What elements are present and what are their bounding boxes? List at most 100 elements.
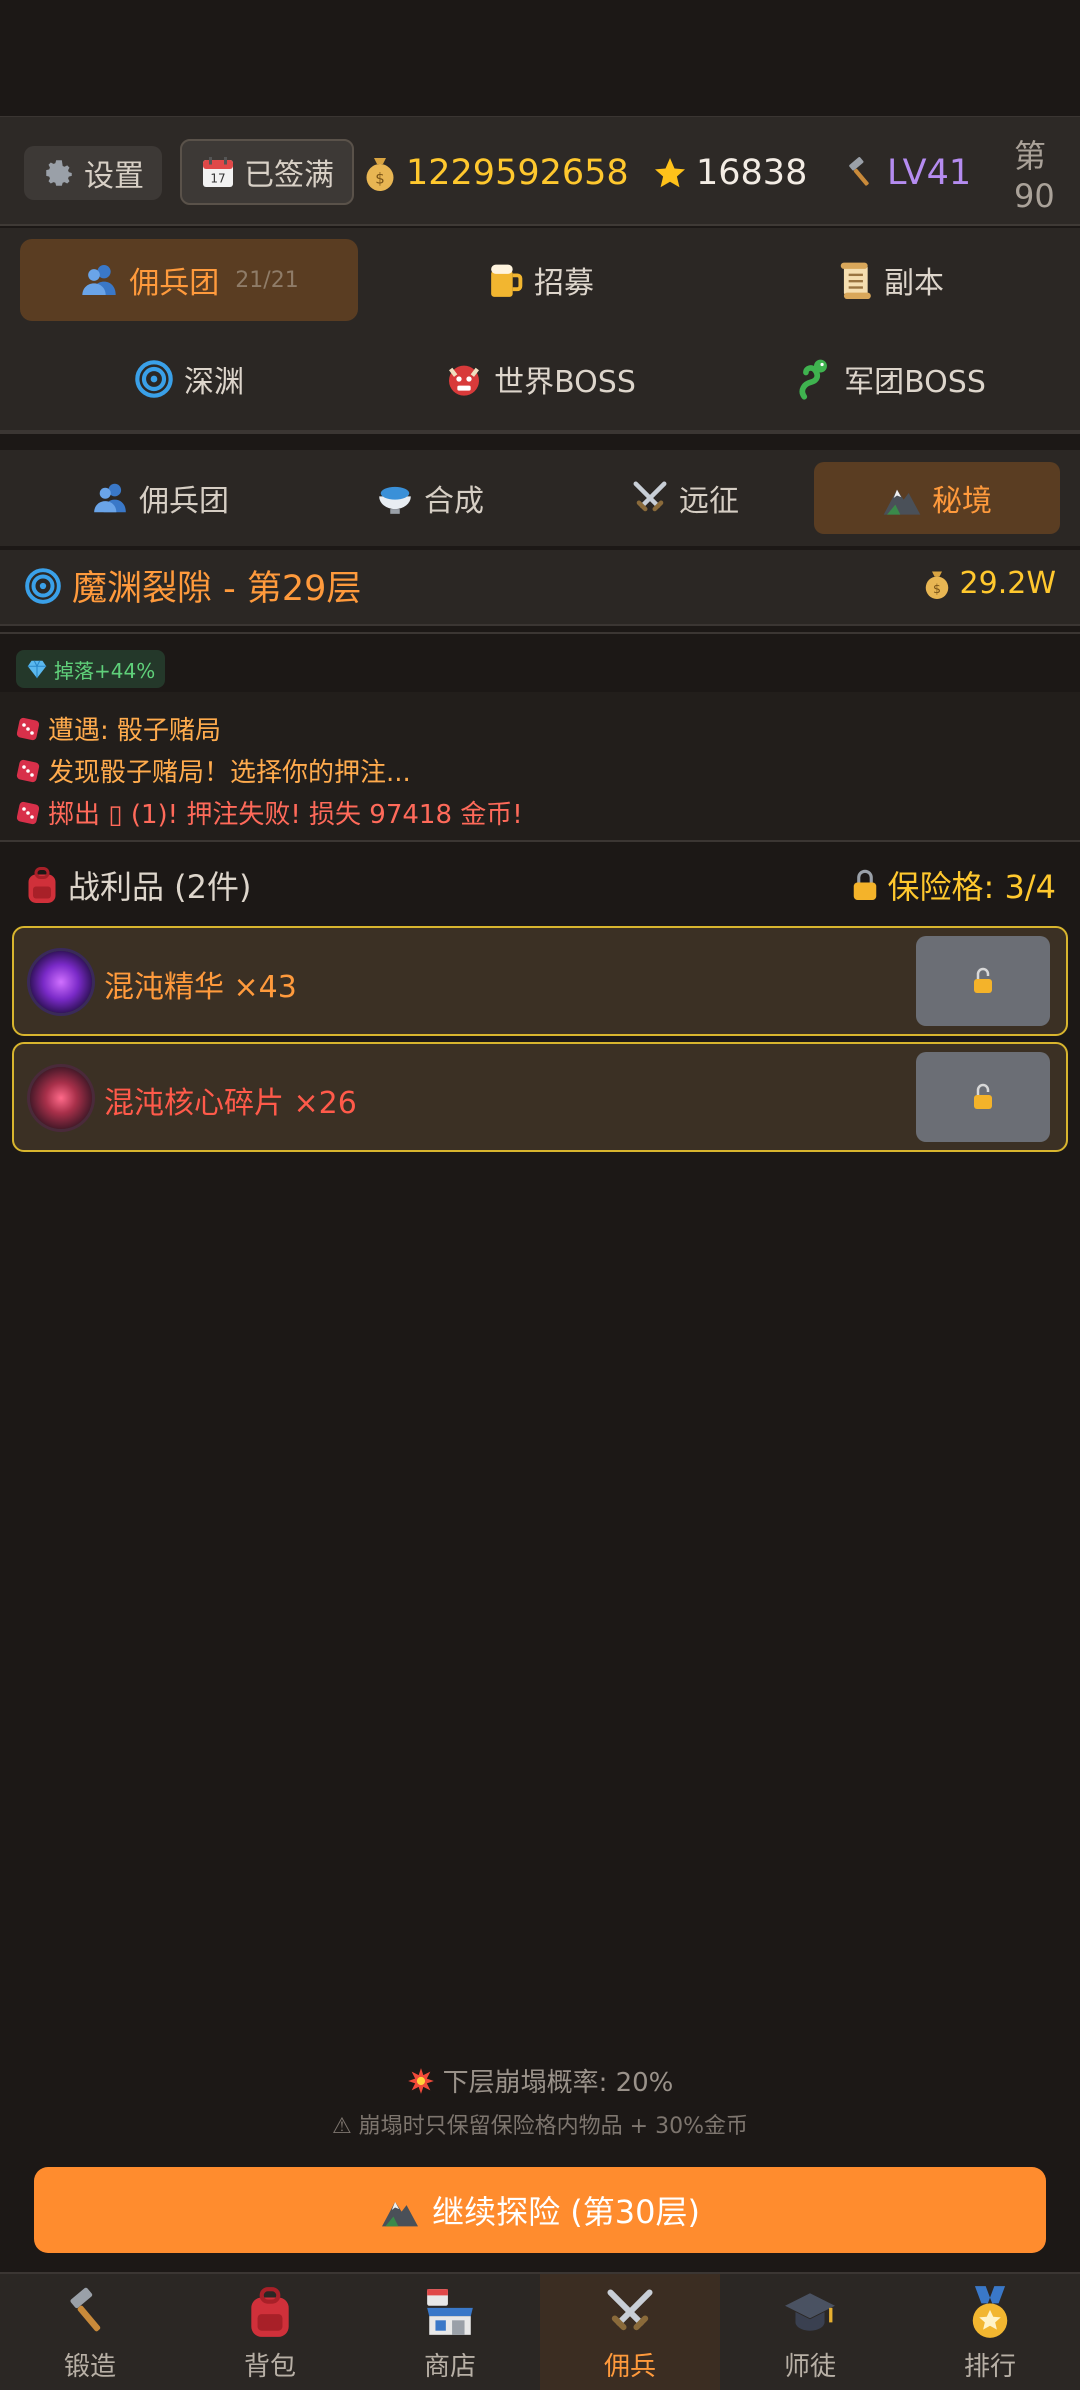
unlock-icon bbox=[974, 1083, 992, 1109]
menu-item-label: 世界BOSS bbox=[494, 365, 636, 400]
dragon-icon bbox=[799, 359, 828, 400]
svg-text:17: 17 bbox=[210, 172, 225, 186]
beer-mug-icon bbox=[491, 264, 523, 297]
tab-label: 秘境 bbox=[932, 484, 992, 519]
hammer-icon bbox=[70, 2287, 101, 2331]
cyclone-icon bbox=[25, 567, 61, 604]
nav-label: 师徒 bbox=[783, 2351, 836, 2382]
lock-icon bbox=[853, 869, 876, 900]
dungeon-gold: $ 29.2W bbox=[922, 566, 1056, 601]
crossed-swords-icon bbox=[633, 481, 667, 512]
mountain-icon bbox=[883, 489, 921, 515]
tab-label: 远征 bbox=[679, 484, 739, 519]
graduation-cap-icon bbox=[785, 2292, 835, 2331]
drop-bonus-text: 掉落+44% bbox=[54, 658, 156, 683]
log-line: 掷出 ▯ (1)! 押注失败! 损失 97418 金币! bbox=[16, 794, 523, 831]
continue-label: 继续探险 (第30层) bbox=[432, 2193, 700, 2231]
sign-in-button[interactable]: 17 已签满 bbox=[180, 139, 354, 205]
level-value: LV41 bbox=[887, 153, 972, 193]
tab-label: 合成 bbox=[424, 484, 484, 519]
medal-icon bbox=[972, 2285, 1008, 2338]
menu-item-dungeon[interactable]: 副本 bbox=[720, 239, 1060, 321]
status-bar bbox=[0, 0, 1080, 116]
level-indicator: LV41 bbox=[845, 143, 971, 203]
log-text: 遭遇: 骰子赌局 bbox=[48, 716, 222, 746]
tab-expedition[interactable]: 远征 bbox=[560, 462, 810, 534]
safe-slots: 保险格: 3/4 bbox=[850, 862, 1056, 908]
dungeon-gold-value: 29.2W bbox=[959, 566, 1056, 601]
loot-header: 战利品 (2件) 保险格: 3/4 bbox=[0, 856, 1080, 916]
nav-label: 背包 bbox=[243, 2351, 296, 2382]
loot-item[interactable]: 混沌核心碎片 ×26 bbox=[12, 1042, 1068, 1152]
scroll-icon bbox=[840, 262, 871, 299]
nav-item-ranking[interactable]: 排行 bbox=[900, 2274, 1080, 2390]
menu-item-label: 军团BOSS bbox=[844, 365, 986, 400]
dungeon-title: 魔渊裂隙 - 第29层 bbox=[24, 560, 361, 611]
settings-label: 设置 bbox=[84, 159, 144, 194]
menu-item-abyss[interactable]: 深渊 bbox=[20, 338, 358, 420]
menu-item-label: 招募 bbox=[534, 266, 594, 301]
signed-label: 已签满 bbox=[244, 158, 334, 193]
log-text: 掷出 ▯ (1)! 押注失败! 损失 97418 金币! bbox=[48, 800, 523, 830]
bowl-icon bbox=[379, 486, 411, 514]
menu-item-recruit[interactable]: 招募 bbox=[380, 239, 700, 321]
event-log: 遭遇: 骰子赌局 发现骰子赌局！选择你的押注... 掷出 ▯ (1)! 押注失败… bbox=[0, 692, 1080, 842]
explosion-icon bbox=[407, 2067, 434, 2094]
loot-title-text: 战利品 (2件) bbox=[68, 868, 252, 906]
tab-secret-realm[interactable]: 秘境 bbox=[814, 462, 1060, 534]
menu-item-world-boss[interactable]: 世界BOSS bbox=[380, 338, 700, 420]
settings-button[interactable]: 设置 bbox=[24, 146, 162, 200]
menu-item-label: 副本 bbox=[884, 266, 944, 301]
nav-label: 锻造 bbox=[63, 2351, 116, 2382]
menu-item-legion-boss[interactable]: 军团BOSS bbox=[720, 338, 1060, 420]
nav-item-mentor[interactable]: 师徒 bbox=[720, 2274, 900, 2390]
dice-icon bbox=[16, 801, 40, 824]
nav-item-forge[interactable]: 锻造 bbox=[0, 2274, 180, 2390]
menu-item-mercenaries[interactable]: 佣兵团 21/21 bbox=[20, 239, 358, 321]
nav-label: 佣兵 bbox=[603, 2351, 656, 2382]
dungeon-title-text: 魔渊裂隙 - 第29层 bbox=[72, 569, 362, 609]
log-line: 发现骰子赌局！选择你的押注... bbox=[16, 752, 411, 789]
menu-item-label: 佣兵团 bbox=[129, 266, 220, 301]
drop-bonus-badge: 掉落+44% bbox=[16, 650, 166, 688]
nav-label: 排行 bbox=[963, 2351, 1016, 2382]
svg-text:$: $ bbox=[375, 170, 385, 188]
collapse-warning: ⚠ 崩塌时只保留保险格内物品 + 30%金币 bbox=[331, 2114, 749, 2139]
calendar-icon: 17 bbox=[203, 157, 233, 187]
menu-item-label: 深渊 bbox=[184, 365, 244, 400]
log-line: 遭遇: 骰子赌局 bbox=[16, 710, 221, 747]
tab-mercenaries[interactable]: 佣兵团 bbox=[20, 462, 300, 534]
floor-value: 第 90 bbox=[1014, 137, 1055, 215]
tab-label: 佣兵团 bbox=[139, 484, 229, 519]
backpack-icon bbox=[251, 2286, 289, 2337]
lock-toggle-button[interactable] bbox=[916, 936, 1050, 1026]
svg-text:$: $ bbox=[933, 580, 941, 595]
crossed-swords-icon bbox=[607, 2288, 653, 2330]
safe-slots-text: 保险格: 3/4 bbox=[887, 868, 1056, 906]
continue-explore-button[interactable]: 继续探险 (第30层) bbox=[34, 2167, 1046, 2253]
ogre-icon bbox=[449, 365, 480, 396]
nav-item-mercenary[interactable]: 佣兵 bbox=[540, 2274, 720, 2390]
store-icon bbox=[427, 2288, 473, 2335]
dice-icon bbox=[16, 759, 40, 782]
resource-bar: 设置 17 已签满 $ 1229592658 16838 LV41 第 90 bbox=[0, 116, 1080, 226]
money-bag-icon: $ bbox=[925, 571, 948, 599]
lock-toggle-button[interactable] bbox=[916, 1052, 1050, 1142]
tab-synthesis[interactable]: 合成 bbox=[300, 462, 560, 534]
star-counter: 16838 bbox=[652, 143, 807, 203]
loot-item-name: 混沌核心碎片 ×26 bbox=[104, 1086, 357, 1121]
nav-label: 商店 bbox=[423, 2351, 476, 2382]
menu-item-count: 21/21 bbox=[235, 267, 299, 293]
money-bag-icon: $ bbox=[366, 158, 394, 191]
gem-icon bbox=[27, 660, 47, 679]
collapse-rate-text: 下层崩塌概率: 20% bbox=[442, 2068, 674, 2098]
nav-item-backpack[interactable]: 背包 bbox=[180, 2274, 360, 2390]
loot-item-name: 混沌精华 ×43 bbox=[104, 970, 297, 1005]
main-menu: 佣兵团 21/21 招募 副本 深渊 世界BOSS 军团BOSS bbox=[0, 228, 1080, 434]
nav-item-shop[interactable]: 商店 bbox=[360, 2274, 540, 2390]
star-value: 16838 bbox=[696, 153, 808, 193]
log-text: 发现骰子赌局！选择你的押注... bbox=[48, 758, 411, 788]
loot-item[interactable]: 混沌精华 ×43 bbox=[12, 926, 1068, 1036]
chaos-essence-icon bbox=[30, 951, 92, 1013]
chaos-core-fragment-icon bbox=[30, 1067, 92, 1129]
